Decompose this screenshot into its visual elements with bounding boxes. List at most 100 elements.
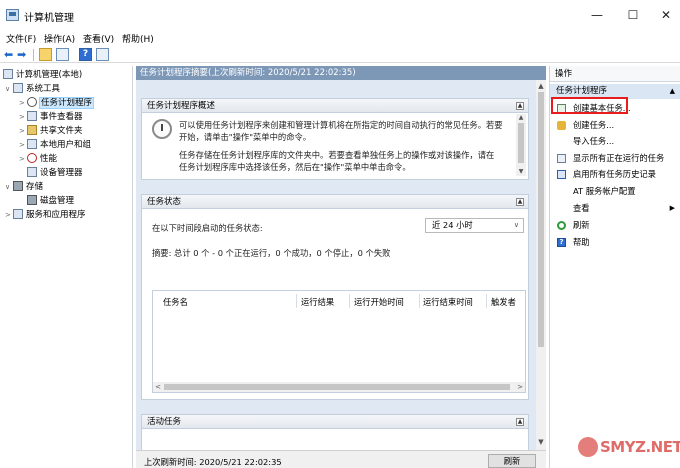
menu-action[interactable]: 操作(A)	[44, 32, 75, 45]
action-at-service-account[interactable]: AT 服务帐户配置	[550, 184, 680, 198]
watermark-text: SMYZ.NET	[600, 438, 680, 456]
action-label: 刷新	[573, 220, 590, 230]
summary-vertical-scrollbar[interactable]: ▲ ▼	[536, 80, 546, 450]
action-create-task[interactable]: 创建任务...	[550, 118, 680, 132]
chevron-right-icon[interactable]: >	[19, 97, 27, 110]
action-enable-history[interactable]: 启用所有任务历史记录	[550, 167, 680, 181]
column-divider[interactable]	[296, 294, 297, 308]
scroll-left-icon[interactable]: <	[153, 382, 163, 392]
column-header-run-start[interactable]: 运行开始时间	[354, 296, 404, 308]
active-tasks-section-title: 活动任务	[147, 417, 182, 427]
task-scheduler-clock-icon	[152, 119, 172, 139]
overview-scrollbar[interactable]: ▲ ▼	[516, 114, 526, 176]
tree-item-storage[interactable]: ∨ 存储	[5, 181, 43, 194]
overview-para1-line2: 开始，请单击"操作"菜单中的命令。	[179, 132, 312, 142]
submenu-arrow-icon: ▶	[669, 204, 675, 212]
column-divider[interactable]	[419, 294, 420, 308]
active-tasks-section-header[interactable]: 活动任务 ▲	[142, 415, 528, 429]
highlight-annotation-box	[551, 97, 628, 114]
task-status-section: 任务状态 ▲ 在以下时间段启动的任务状态: 近 24 小时 ∨ 摘要: 总计 0…	[141, 194, 529, 400]
scrollbar-thumb[interactable]	[164, 384, 510, 390]
chevron-right-icon[interactable]: >	[19, 125, 27, 138]
scroll-up-icon[interactable]: ▲	[517, 114, 525, 121]
actions-group-title: 任务计划程序	[556, 86, 608, 96]
history-icon	[557, 170, 566, 179]
up-folder-icon[interactable]	[39, 48, 52, 61]
menu-view[interactable]: 查看(V)	[83, 32, 114, 45]
toolbox-icon	[13, 83, 23, 93]
scroll-down-icon[interactable]: ▼	[517, 168, 525, 175]
action-label: 帮助	[573, 237, 590, 247]
chevron-right-icon[interactable]: >	[19, 139, 27, 152]
clock-icon	[27, 97, 37, 107]
action-label: 启用所有任务历史记录	[573, 169, 656, 179]
scroll-right-icon[interactable]: >	[515, 382, 525, 392]
column-divider[interactable]	[486, 294, 487, 308]
event-log-icon	[27, 111, 37, 121]
overview-section: 任务计划程序概述 ▲ 可以使用任务计划程序来创建和管理计算机将在所指定的时间自动…	[141, 98, 529, 180]
overview-para2-line1: 任务存储在任务计划程序库的文件夹中。若要查看单独任务上的操作或对该操作，请在	[179, 150, 495, 160]
tree-item-device-manager[interactable]: 设备管理器	[27, 167, 83, 180]
close-button[interactable]: ✕	[652, 0, 680, 30]
column-header-run-end[interactable]: 运行结束时间	[423, 296, 473, 308]
collapse-arrow-icon[interactable]: ▲	[670, 84, 675, 99]
column-header-triggered-by[interactable]: 触发者	[491, 296, 516, 308]
maximize-button[interactable]: ☐	[616, 0, 650, 30]
disk-icon	[27, 195, 37, 205]
scroll-down-icon[interactable]: ▼	[537, 438, 545, 446]
action-show-running-tasks[interactable]: 显示所有正在运行的任务	[550, 151, 680, 165]
collapse-icon[interactable]: ▲	[516, 418, 524, 426]
scrollbar-thumb[interactable]	[538, 92, 544, 347]
task-status-section-header[interactable]: 任务状态 ▲	[142, 195, 528, 209]
running-tasks-icon	[557, 154, 566, 163]
menu-help[interactable]: 帮助(H)	[122, 32, 154, 45]
summary-header: 任务计划程序摘要(上次刷新时间: 2020/5/21 22:02:35)	[136, 66, 546, 80]
overview-para2-line2: 任务计划程序库中选择该任务，然后在"操作"菜单中单击命令。	[179, 162, 411, 172]
tree-item-root[interactable]: 计算机管理(本地)	[3, 69, 82, 82]
scrollbar-thumb[interactable]	[518, 123, 524, 163]
tree-item-shared-folders[interactable]: > 共享文件夹	[19, 125, 83, 138]
chevron-right-icon[interactable]: >	[19, 153, 27, 166]
tree-item-services-apps[interactable]: > 服务和应用程序	[5, 209, 86, 222]
back-arrow-icon[interactable]: ⬅	[4, 48, 17, 61]
action-refresh[interactable]: 刷新	[550, 218, 680, 232]
show-tree-icon[interactable]	[56, 48, 69, 61]
scroll-up-icon[interactable]: ▲	[537, 82, 545, 90]
performance-icon	[27, 153, 37, 163]
tree-item-task-scheduler[interactable]: > 任务计划程序	[19, 97, 95, 110]
table-horizontal-scrollbar[interactable]: < >	[153, 382, 525, 392]
column-header-run-result[interactable]: 运行结果	[301, 296, 334, 308]
refresh-button[interactable]: 刷新	[488, 454, 536, 468]
column-header-task-name[interactable]: 任务名	[163, 296, 188, 308]
chevron-right-icon[interactable]: >	[19, 111, 27, 124]
summary-pane: 任务计划程序摘要(上次刷新时间: 2020/5/21 22:02:35) 任务计…	[136, 66, 546, 468]
users-icon	[27, 139, 37, 149]
action-import-task[interactable]: 导入任务...	[550, 134, 680, 148]
watermark: SMYZ.NET	[578, 434, 680, 464]
collapse-icon[interactable]: ▲	[516, 102, 524, 110]
action-label: 创建任务...	[573, 120, 615, 130]
tree-item-disk-management[interactable]: 磁盘管理	[27, 195, 74, 208]
status-period-select[interactable]: 近 24 小时 ∨	[425, 218, 524, 233]
forward-arrow-icon[interactable]: ➡	[17, 48, 30, 61]
chevron-down-icon[interactable]: ∨	[5, 181, 13, 194]
tree-item-local-users[interactable]: > 本地用户和组	[19, 139, 91, 152]
tree-item-event-viewer[interactable]: > 事件查看器	[19, 111, 83, 124]
overview-section-header[interactable]: 任务计划程序概述 ▲	[142, 99, 528, 113]
menu-file[interactable]: 文件(F)	[6, 32, 36, 45]
collapse-icon[interactable]: ▲	[516, 198, 524, 206]
action-pane-icon[interactable]	[96, 48, 109, 61]
action-help[interactable]: ? 帮助	[550, 235, 680, 249]
column-divider[interactable]	[349, 294, 350, 308]
action-view[interactable]: 查看 ▶	[550, 201, 680, 215]
tree-item-performance[interactable]: > 性能	[19, 153, 57, 166]
chevron-down-icon[interactable]: ∨	[5, 83, 13, 96]
summary-scroll-area: 任务计划程序概述 ▲ 可以使用任务计划程序来创建和管理计算机将在所指定的时间自动…	[136, 80, 546, 450]
action-label: AT 服务帐户配置	[573, 186, 636, 196]
minimize-button[interactable]: —	[580, 0, 614, 30]
tree-item-system-tools[interactable]: ∨ 系统工具	[5, 83, 60, 96]
help-icon[interactable]: ?	[79, 48, 92, 61]
status-period-label: 在以下时间段启动的任务状态:	[152, 223, 263, 233]
create-task-icon	[557, 121, 566, 130]
chevron-right-icon[interactable]: >	[5, 209, 13, 222]
